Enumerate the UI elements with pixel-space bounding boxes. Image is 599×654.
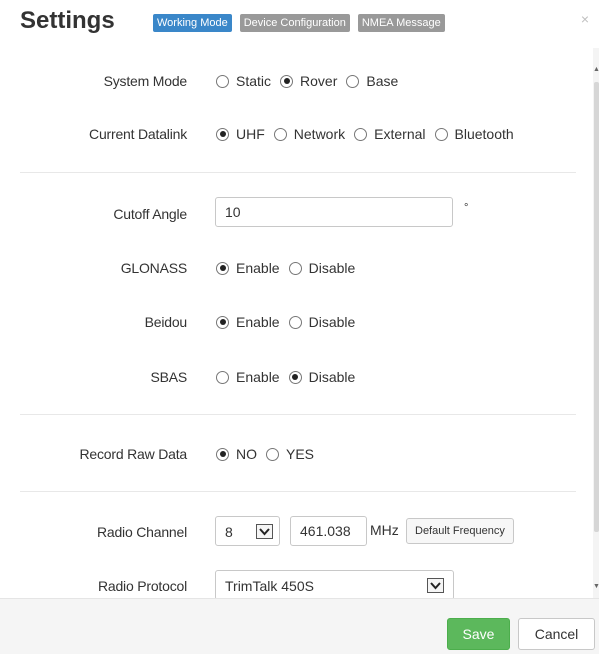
glonass-options: Enable Disable xyxy=(216,260,364,276)
radio-beidou-enable[interactable]: Enable xyxy=(216,314,280,330)
radio-button[interactable] xyxy=(216,261,229,275)
radio-label: Disable xyxy=(308,260,356,276)
dialog-title: Settings xyxy=(20,7,115,34)
tab-working-mode[interactable]: Working Mode xyxy=(153,14,232,32)
radio-beidou-disable[interactable]: Disable xyxy=(288,314,356,330)
radio-button[interactable] xyxy=(216,127,229,141)
divider xyxy=(20,491,576,492)
system-mode-label: System Mode xyxy=(103,73,188,89)
radio-button[interactable] xyxy=(288,315,302,329)
radio-button[interactable] xyxy=(216,315,229,329)
radio-network[interactable]: Network xyxy=(273,126,346,142)
radio-static[interactable]: Static xyxy=(216,73,271,89)
scroll-up-icon[interactable]: ▲ xyxy=(593,66,599,74)
radio-uhf[interactable]: UHF xyxy=(216,126,265,142)
radio-label: YES xyxy=(286,446,315,462)
glonass-label: GLONASS xyxy=(120,260,187,276)
radio-raw-yes[interactable]: YES xyxy=(266,446,314,462)
radio-button[interactable] xyxy=(266,447,279,461)
scrollbar-thumb[interactable] xyxy=(594,82,599,532)
settings-form: System Mode Static Rover Base Current Da… xyxy=(0,48,593,598)
chevron-down-icon[interactable] xyxy=(256,524,273,539)
sbas-options: Enable Disable xyxy=(216,369,364,385)
radio-label: Disable xyxy=(308,369,356,385)
beidou-row: Beidou Enable Disable xyxy=(0,310,593,334)
radio-button[interactable] xyxy=(434,127,448,141)
divider xyxy=(20,414,576,415)
dialog-header: Settings Working Mode Device Configurati… xyxy=(0,0,599,48)
radio-sbas-enable[interactable]: Enable xyxy=(216,369,280,385)
radio-label: Disable xyxy=(308,314,356,330)
raw-data-row: Record Raw Data NO YES xyxy=(0,442,593,466)
system-mode-row: System Mode Static Rover Base xyxy=(0,69,593,93)
scroll-down-icon[interactable]: ▼ xyxy=(593,583,599,591)
radio-button[interactable] xyxy=(216,74,229,88)
radio-button[interactable] xyxy=(280,74,294,88)
radio-label: External xyxy=(374,126,426,142)
default-frequency-button[interactable]: Default Frequency xyxy=(406,518,514,544)
tab-bar: Working Mode Device Configuration NMEA M… xyxy=(153,14,445,32)
radio-label: Base xyxy=(366,73,399,89)
cancel-button[interactable]: Cancel xyxy=(518,618,595,650)
radio-label: Rover xyxy=(300,73,338,89)
cutoff-angle-input[interactable]: 10 xyxy=(215,197,453,227)
radio-label: Static xyxy=(236,73,272,89)
radio-label: UHF xyxy=(236,126,265,142)
radio-button[interactable] xyxy=(354,127,368,141)
sbas-label: SBAS xyxy=(150,369,187,385)
radio-label: Bluetooth xyxy=(454,126,514,142)
degree-unit: ° xyxy=(464,202,469,214)
datalink-label: Current Datalink xyxy=(89,126,187,142)
radio-button[interactable] xyxy=(216,447,229,461)
radio-sbas-disable[interactable]: Disable xyxy=(288,369,356,385)
radio-button[interactable] xyxy=(346,74,360,88)
radio-rover[interactable]: Rover xyxy=(280,73,337,89)
radio-button[interactable] xyxy=(216,370,229,384)
radio-label: Enable xyxy=(236,314,280,330)
radio-raw-no[interactable]: NO xyxy=(216,446,257,462)
tab-nmea-message[interactable]: NMEA Message xyxy=(357,14,445,32)
tab-device-configuration[interactable]: Device Configuration xyxy=(239,14,350,32)
radio-protocol-label: Radio Protocol xyxy=(97,578,187,594)
channel-value: 8 xyxy=(225,524,233,540)
raw-data-options: NO YES xyxy=(216,446,323,462)
dialog-footer: Save Cancel xyxy=(0,598,599,654)
cutoff-angle-label: Cutoff Angle xyxy=(113,206,187,222)
radio-label: Enable xyxy=(236,369,280,385)
radio-label: Network xyxy=(293,126,346,142)
protocol-select[interactable]: TrimTalk 450S xyxy=(215,570,454,598)
radio-label: Enable xyxy=(236,260,280,276)
frequency-unit: MHz xyxy=(370,522,399,538)
radio-bluetooth[interactable]: Bluetooth xyxy=(434,126,514,142)
protocol-value: TrimTalk 450S xyxy=(225,578,314,594)
beidou-options: Enable Disable xyxy=(216,314,364,330)
radio-base[interactable]: Base xyxy=(346,73,398,89)
glonass-row: GLONASS Enable Disable xyxy=(0,256,593,280)
radio-button[interactable] xyxy=(288,261,302,275)
datalink-options: UHF Network External Bluetooth xyxy=(216,126,523,142)
radio-label: NO xyxy=(236,446,257,462)
radio-glonass-enable[interactable]: Enable xyxy=(216,260,280,276)
frequency-input[interactable]: 461.038 xyxy=(290,516,367,546)
sbas-row: SBAS Enable Disable xyxy=(0,365,593,389)
radio-glonass-disable[interactable]: Disable xyxy=(288,260,356,276)
chevron-down-icon[interactable] xyxy=(427,578,444,593)
close-icon[interactable]: × xyxy=(581,11,589,27)
save-button[interactable]: Save xyxy=(447,618,510,650)
radio-channel-label: Radio Channel xyxy=(96,524,187,540)
divider xyxy=(20,172,576,173)
radio-button[interactable] xyxy=(288,370,302,384)
channel-select[interactable]: 8 xyxy=(215,516,280,546)
datalink-row: Current Datalink UHF Network External Bl… xyxy=(0,122,593,146)
system-mode-options: Static Rover Base xyxy=(216,73,407,89)
beidou-label: Beidou xyxy=(144,314,188,330)
raw-data-label: Record Raw Data xyxy=(79,446,188,462)
radio-button[interactable] xyxy=(273,127,287,141)
radio-external[interactable]: External xyxy=(354,126,426,142)
